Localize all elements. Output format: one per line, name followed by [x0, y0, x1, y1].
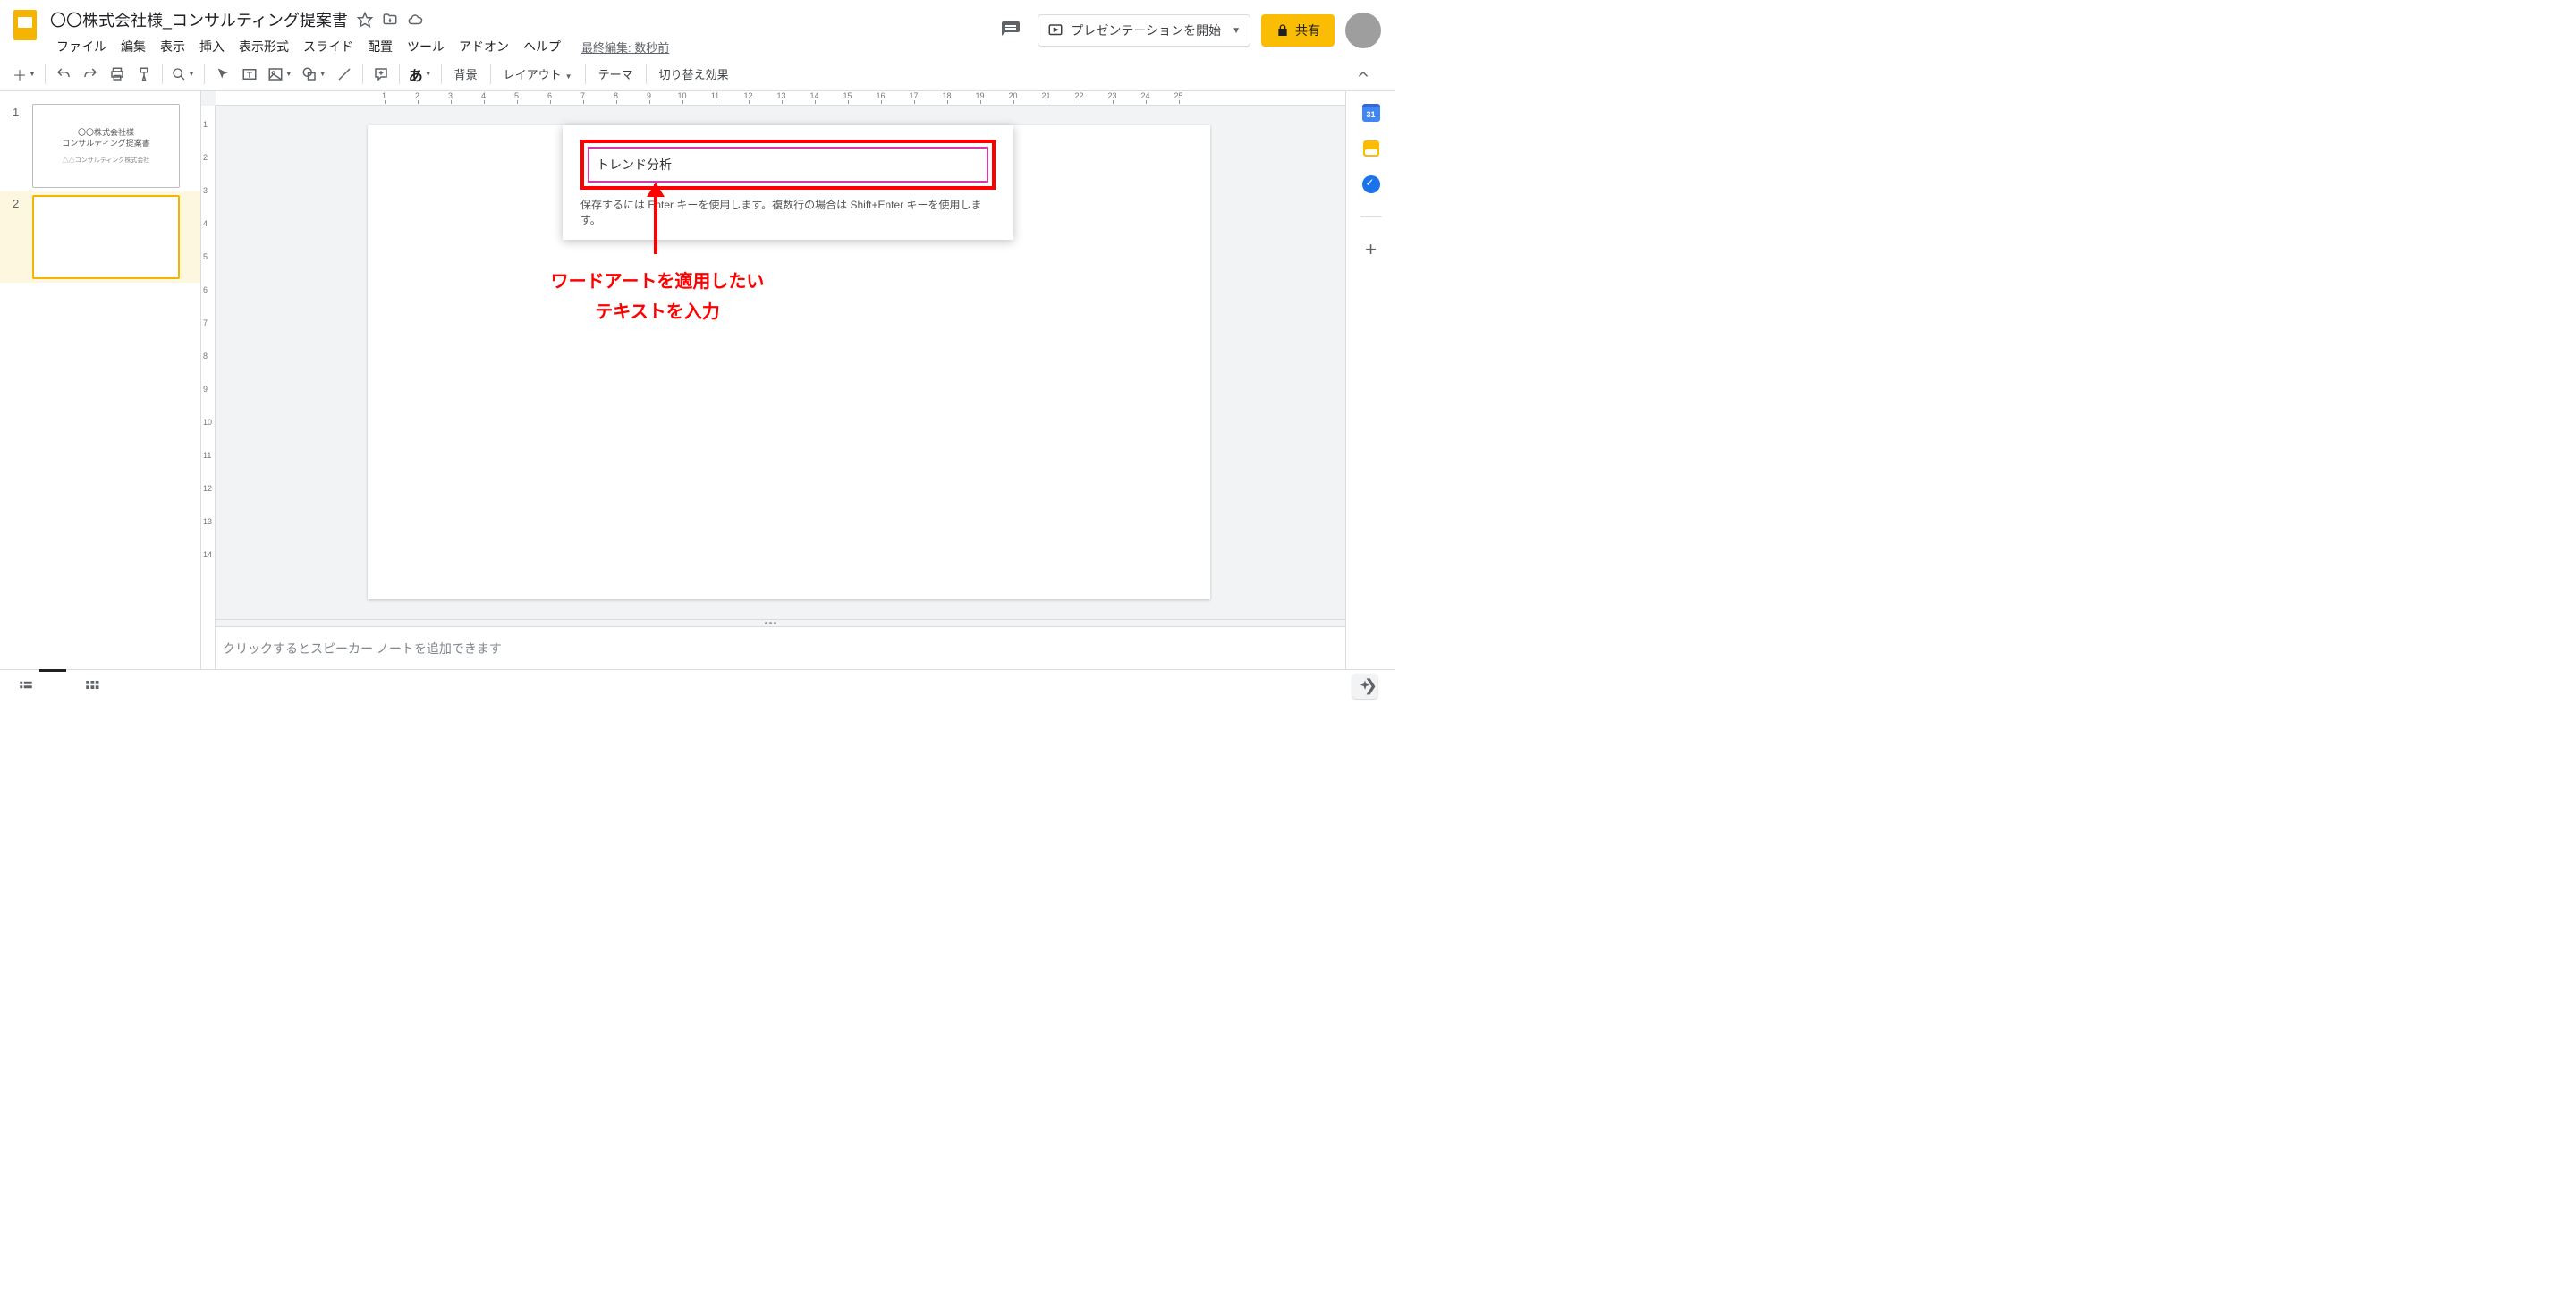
line-tool[interactable]	[332, 62, 357, 87]
present-button[interactable]: プレゼンテーションを開始 ▼	[1038, 14, 1250, 47]
zoom-button[interactable]: ▼	[168, 62, 199, 87]
background-button[interactable]: 背景	[447, 65, 485, 82]
slide-thumb-1[interactable]: 1 〇〇株式会社様 コンサルティング提案書 △△コンサルティング株式会社	[0, 100, 200, 191]
cloud-status-icon[interactable]	[407, 12, 423, 28]
notes-resize-handle[interactable]	[201, 619, 1345, 626]
paint-format-button[interactable]	[131, 62, 157, 87]
play-icon	[1047, 22, 1063, 38]
redo-button[interactable]	[78, 62, 103, 87]
move-folder-icon[interactable]	[382, 12, 398, 28]
menu-view[interactable]: 表示	[154, 34, 191, 59]
account-avatar[interactable]	[1345, 13, 1381, 48]
new-slide-button[interactable]: ＋▼	[9, 62, 39, 87]
addons-plus-icon[interactable]: +	[1362, 241, 1380, 259]
filmstrip-view-button[interactable]	[18, 678, 34, 694]
star-icon[interactable]	[357, 12, 373, 28]
slide-number: 1	[13, 104, 23, 119]
slides-logo-icon	[13, 10, 37, 40]
keep-icon[interactable]	[1362, 140, 1380, 157]
calendar-icon[interactable]: 31	[1362, 104, 1380, 122]
share-button[interactable]: 共有	[1261, 14, 1335, 47]
slide-number: 2	[13, 195, 23, 210]
horizontal-ruler: 1234567891011121314151617181920212223242…	[216, 91, 1345, 106]
lock-icon	[1275, 23, 1290, 38]
comments-button[interactable]	[995, 14, 1027, 47]
slide-thumbnail[interactable]: 〇〇株式会社様 コンサルティング提案書 △△コンサルティング株式会社	[32, 104, 180, 188]
slide-thumbnail[interactable]	[32, 195, 180, 279]
select-tool[interactable]	[210, 62, 235, 87]
transition-button[interactable]: 切り替え効果	[652, 65, 736, 82]
slide-filmstrip[interactable]: 1 〇〇株式会社様 コンサルティング提案書 △△コンサルティング株式会社 2	[0, 91, 201, 669]
menu-slide[interactable]: スライド	[297, 34, 360, 59]
tasks-icon[interactable]	[1362, 175, 1380, 193]
chevron-down-icon: ▼	[1232, 26, 1241, 36]
annotation-arrow	[654, 184, 657, 254]
wordart-text-input[interactable]	[588, 147, 988, 183]
shape-tool[interactable]: ▼	[298, 62, 330, 87]
speaker-notes[interactable]: クリックするとスピーカー ノートを追加できます	[201, 626, 1345, 669]
wordart-dialog: 保存するには Enter キーを使用します。複数行の場合は Shift+Ente…	[563, 125, 1013, 240]
menu-arrange[interactable]: 配置	[361, 34, 399, 59]
document-title[interactable]: 〇〇株式会社様_コンサルティング提案書	[50, 8, 348, 31]
annotation-highlight-box	[580, 140, 996, 190]
print-button[interactable]	[105, 62, 130, 87]
grid-view-button[interactable]	[84, 678, 100, 694]
input-method-button[interactable]: あ▼	[405, 62, 436, 87]
menu-help[interactable]: ヘルプ	[517, 34, 567, 59]
layout-button[interactable]: レイアウト▼	[496, 65, 580, 82]
image-tool[interactable]: ▼	[264, 62, 296, 87]
collapse-toolbar-button[interactable]	[1351, 62, 1376, 87]
textbox-tool[interactable]	[237, 62, 262, 87]
last-edit-link[interactable]: 最終編集: 数秒前	[581, 38, 669, 55]
menu-addons[interactable]: アドオン	[453, 34, 515, 59]
undo-button[interactable]	[51, 62, 76, 87]
menu-format[interactable]: 表示形式	[233, 34, 295, 59]
comment-tool[interactable]	[369, 62, 394, 87]
slide-thumb-2[interactable]: 2	[0, 191, 200, 283]
hide-side-panel-button[interactable]: ❯	[1364, 676, 1377, 695]
dialog-hint-text: 保存するには Enter キーを使用します。複数行の場合は Shift+Ente…	[580, 197, 996, 227]
slides-logo[interactable]	[7, 7, 43, 43]
menu-tools[interactable]: ツール	[401, 34, 451, 59]
present-label: プレゼンテーションを開始	[1071, 21, 1221, 39]
menu-edit[interactable]: 編集	[114, 34, 152, 59]
theme-button[interactable]: テーマ	[591, 65, 640, 82]
menu-file[interactable]: ファイル	[50, 34, 113, 59]
share-label: 共有	[1295, 21, 1320, 39]
side-panel: 31 +	[1345, 91, 1395, 669]
annotation-text: ワードアートを適用したい テキストを入力	[523, 267, 792, 327]
menu-insert[interactable]: 挿入	[193, 34, 231, 59]
